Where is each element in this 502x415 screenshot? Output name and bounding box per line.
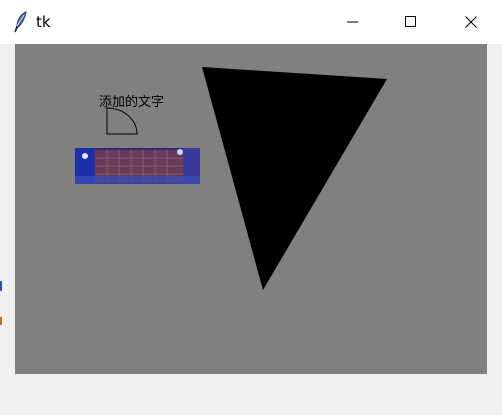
tk-feather-icon bbox=[12, 10, 28, 34]
maximize-button[interactable] bbox=[382, 0, 440, 44]
title-bar[interactable]: tk bbox=[0, 0, 502, 44]
black-triangle bbox=[202, 67, 387, 290]
canvas-text-label: 添加的文字 bbox=[99, 95, 165, 110]
window-title: tk bbox=[36, 13, 51, 31]
maximize-icon bbox=[405, 13, 417, 32]
minimize-button[interactable] bbox=[324, 0, 382, 44]
close-button[interactable] bbox=[440, 0, 502, 44]
left-edge-mark-blue bbox=[0, 281, 2, 291]
tk-window: tk 添加的文字 bbox=[0, 0, 502, 415]
quarter-circle-arc bbox=[106, 107, 138, 135]
minimize-icon bbox=[347, 13, 359, 32]
drawing-canvas[interactable]: 添加的文字 bbox=[15, 44, 487, 374]
game-banner-image bbox=[75, 148, 200, 184]
close-icon bbox=[465, 13, 477, 32]
left-edge-mark-orange bbox=[0, 317, 2, 325]
canvas-drawing-layer bbox=[75, 67, 387, 290]
